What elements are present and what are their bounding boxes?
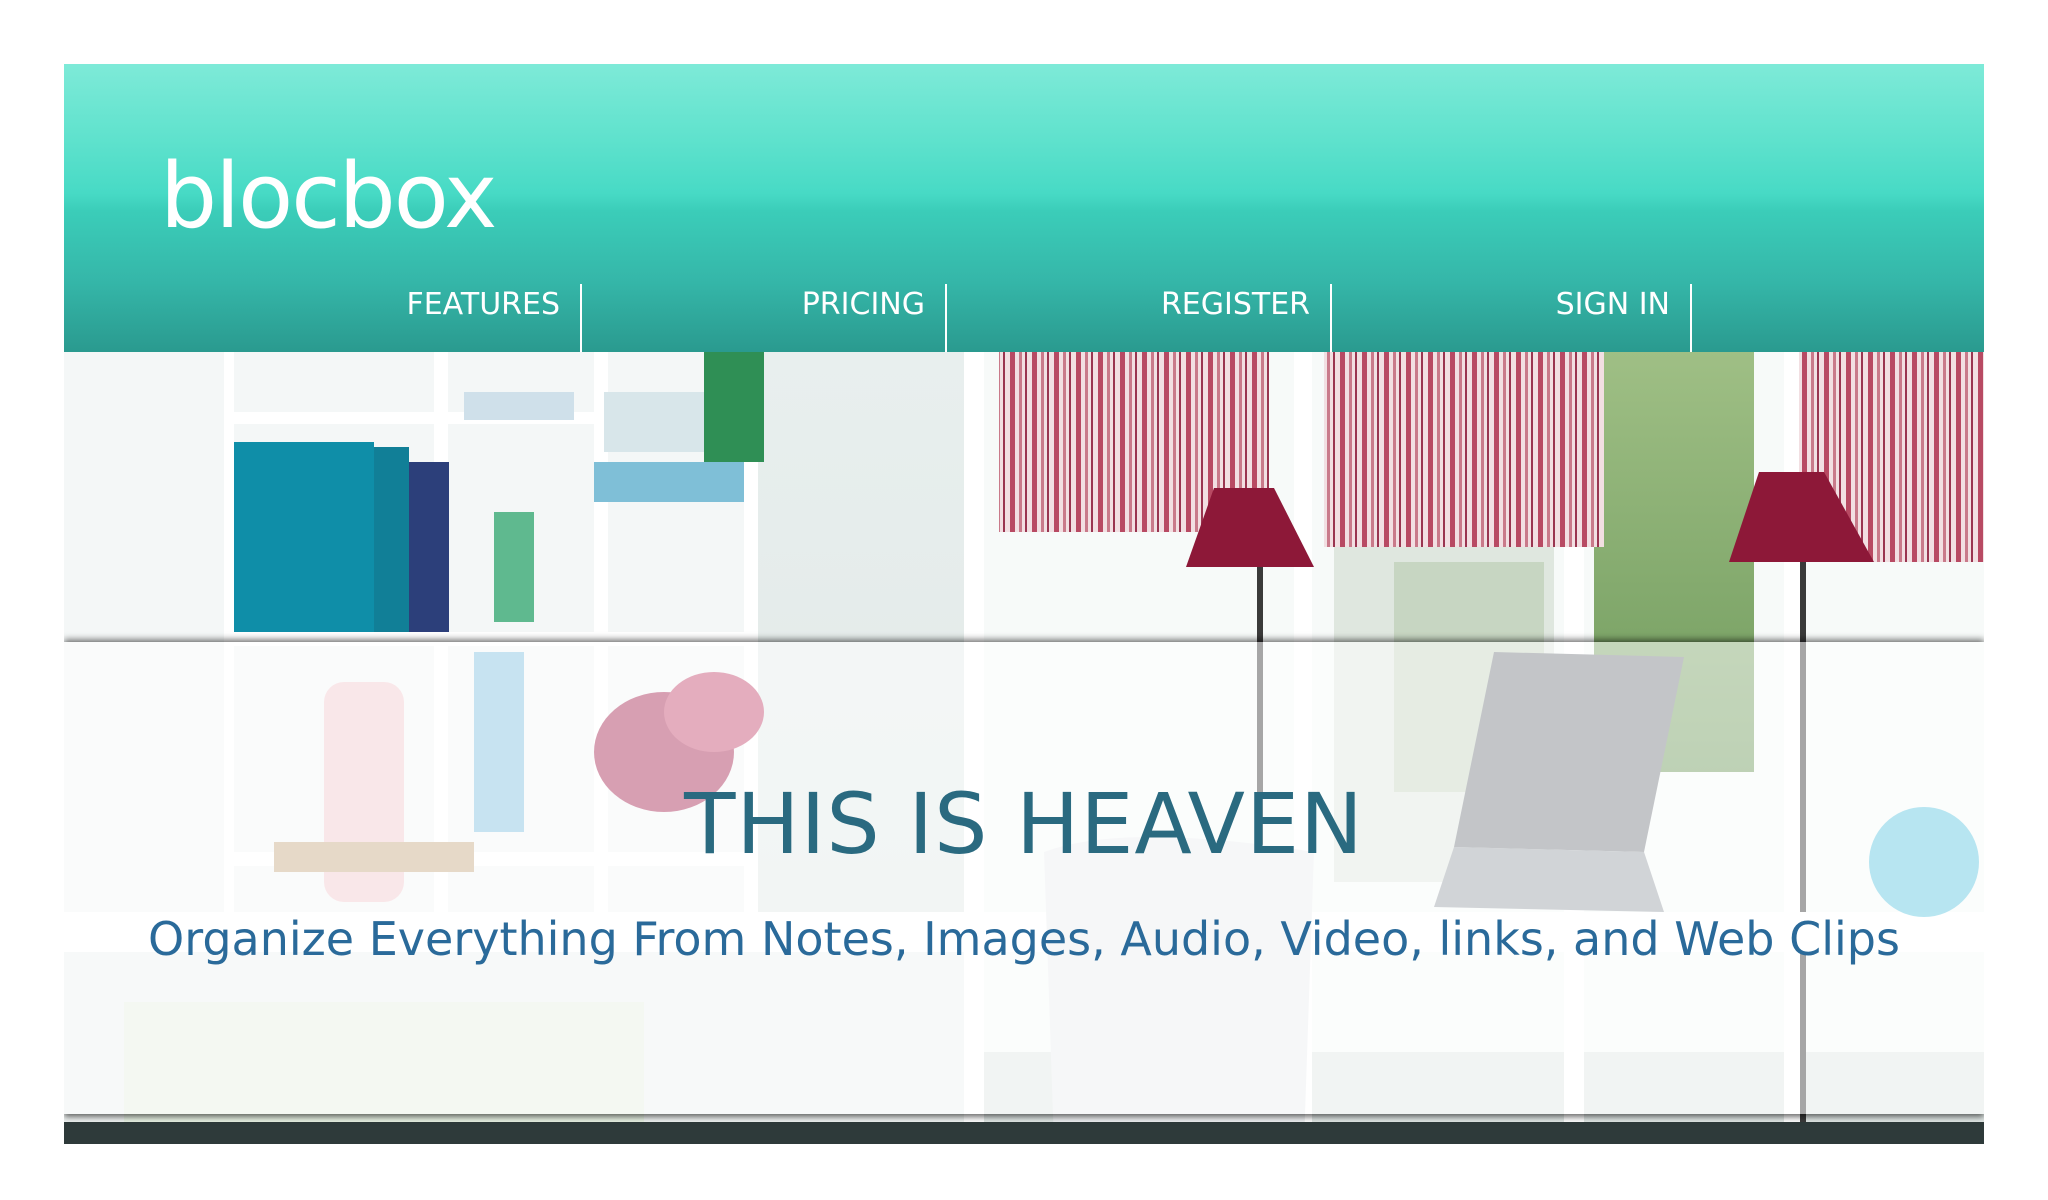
site-header: blocbox FEATURES PRICING REGISTER SIGN I… — [64, 64, 1984, 352]
hero-title: THIS IS HEAVEN — [684, 775, 1364, 873]
nav-pricing-link[interactable]: PRICING — [582, 284, 947, 352]
nav-features-link[interactable]: FEATURES — [264, 284, 582, 352]
main-nav: FEATURES PRICING REGISTER SIGN IN — [64, 284, 1984, 352]
nav-register-link[interactable]: REGISTER — [947, 284, 1332, 352]
hero-section: THIS IS HEAVEN Organize Everything From … — [64, 352, 1984, 1144]
hero-text-panel: THIS IS HEAVEN Organize Everything From … — [64, 642, 1984, 1114]
logo[interactable]: blocbox — [160, 152, 497, 242]
hero-subtitle: Organize Everything From Notes, Images, … — [148, 912, 1900, 966]
nav-sign-in-link[interactable]: SIGN IN — [1332, 284, 1692, 352]
page: blocbox FEATURES PRICING REGISTER SIGN I… — [64, 64, 1984, 1144]
